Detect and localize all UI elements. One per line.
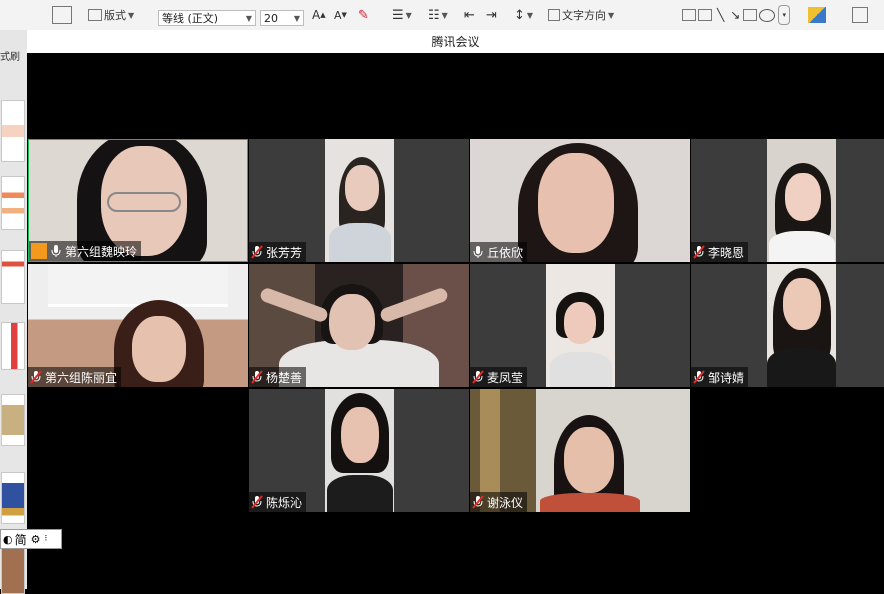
- arrange-icon[interactable]: [808, 4, 826, 26]
- ime-logo-icon: ◐: [3, 532, 13, 546]
- participant-name-tag: 杨楚善: [249, 367, 307, 387]
- slide-thumbnail[interactable]: [1, 250, 25, 304]
- mic-muted-icon: [693, 370, 705, 384]
- slide-thumbnail[interactable]: [1, 176, 25, 230]
- mic-muted-icon: [472, 495, 484, 509]
- video-tile[interactable]: 邹诗婧: [691, 264, 884, 387]
- video-tile[interactable]: 陈烁沁: [249, 389, 469, 512]
- chevron-down-icon: ▼: [608, 10, 615, 20]
- clear-format-icon[interactable]: ✎: [358, 4, 369, 26]
- line-spacing-icon[interactable]: ↕ ▼: [514, 4, 533, 26]
- increase-indent-icon[interactable]: ⇥: [486, 4, 497, 26]
- textbox-shape-icon: [682, 9, 696, 21]
- video-tile[interactable]: 谢泳仪: [470, 389, 690, 512]
- participant-name-tag: 麦凤莹: [470, 367, 528, 387]
- ppt-ribbon: 版式 ▼ 等线 (正文) ▼ 20 ▼ A ▲ A ▼ ✎ ☰ ▼ ☷ ▼ ⇤ ⇥ ↕ ▼ 文字…: [0, 0, 884, 31]
- slide-thumbnail[interactable]: [1, 548, 25, 594]
- slide-thumbnail[interactable]: [1, 394, 25, 446]
- mic-muted-icon: [30, 370, 42, 384]
- ime-toolbar[interactable]: ◐ 简 ⚙ ⁝: [0, 529, 62, 549]
- slide-thumbnail[interactable]: [1, 472, 25, 524]
- video-tile[interactable]: 李晓恩: [691, 139, 884, 262]
- text-direction-button[interactable]: 文字方向 ▼: [548, 4, 614, 26]
- vertical-textbox-shape-icon: [698, 9, 712, 21]
- video-tile[interactable]: 张芳芳: [249, 139, 469, 262]
- mic-muted-icon: [693, 245, 705, 259]
- video-grid: 第六组魏映玲 张芳芳 丘依欣 李晓恩 第六组陈丽宜 杨楚善 麦凤莹 邹诗婧 陈烁…: [27, 53, 884, 589]
- format-painter-label: 式刷: [0, 52, 20, 63]
- ime-mode-label: 简: [14, 532, 27, 547]
- bullets-icon[interactable]: ☰ ▼: [392, 4, 412, 26]
- oval-shape-icon: [759, 8, 776, 22]
- decrease-font-button[interactable]: A ▼: [334, 4, 347, 26]
- quick-styles-icon[interactable]: [852, 4, 868, 26]
- mic-muted-icon: [251, 370, 263, 384]
- gallery-more-icon: ▾: [778, 5, 791, 25]
- participant-name-tag: 张芳芳: [249, 242, 307, 262]
- increase-font-button[interactable]: A ▲: [312, 4, 326, 26]
- participant-name-tag: 丘依欣: [470, 242, 528, 262]
- numbering-icon[interactable]: ☷ ▼: [428, 4, 448, 26]
- new-slide-icon[interactable]: [52, 4, 74, 26]
- mic-on-icon: [50, 244, 62, 258]
- video-tile[interactable]: 麦凤莹: [470, 264, 690, 387]
- chevron-down-icon: ▼: [293, 13, 300, 23]
- ime-settings-icon[interactable]: ⚙: [31, 533, 41, 546]
- rectangle-shape-icon: [743, 9, 758, 21]
- video-tile[interactable]: 第六组魏映玲: [28, 139, 248, 262]
- host-icon: [31, 243, 47, 259]
- window-title: 腾讯会议: [431, 35, 480, 49]
- mic-muted-icon: [251, 495, 263, 509]
- layout-icon: [88, 9, 102, 21]
- participant-name-tag: 邹诗婧: [691, 367, 749, 387]
- participant-name-tag: 李晓恩: [691, 242, 749, 262]
- text-direction-icon: [548, 9, 560, 21]
- participant-name-tag: 第六组陈丽宜: [28, 367, 122, 387]
- video-tile[interactable]: 丘依欣: [470, 139, 690, 262]
- video-tile[interactable]: 杨楚善: [249, 264, 469, 387]
- chevron-down-icon: ▼: [128, 10, 135, 20]
- participant-name-tag: 第六组魏映玲: [29, 241, 142, 261]
- mic-on-icon: [472, 245, 484, 259]
- participant-name-tag: 陈烁沁: [249, 492, 307, 512]
- mic-muted-icon: [472, 370, 484, 384]
- ime-menu-icon[interactable]: ⁝: [45, 534, 48, 544]
- slide-thumbnails: [0, 30, 27, 594]
- arrow-shape-icon: ↘: [730, 8, 741, 22]
- mic-muted-icon: [251, 245, 263, 259]
- participant-name-tag: 谢泳仪: [470, 492, 528, 512]
- decrease-indent-icon[interactable]: ⇤: [464, 4, 475, 26]
- meeting-title-bar: 腾讯会议: [27, 30, 884, 53]
- slide-thumbnail[interactable]: [1, 100, 25, 162]
- video-tile[interactable]: 第六组陈丽宜: [28, 264, 248, 387]
- font-name-select[interactable]: 等线 (正文) ▼: [158, 10, 256, 26]
- layout-button[interactable]: 版式 ▼: [88, 4, 134, 26]
- slide-thumbnail[interactable]: [1, 322, 25, 370]
- shape-gallery[interactable]: ╲ ↘ ▾: [682, 4, 791, 26]
- line-shape-icon: ╲: [717, 8, 725, 22]
- font-size-select[interactable]: 20 ▼: [260, 10, 304, 26]
- chevron-down-icon: ▼: [245, 13, 252, 23]
